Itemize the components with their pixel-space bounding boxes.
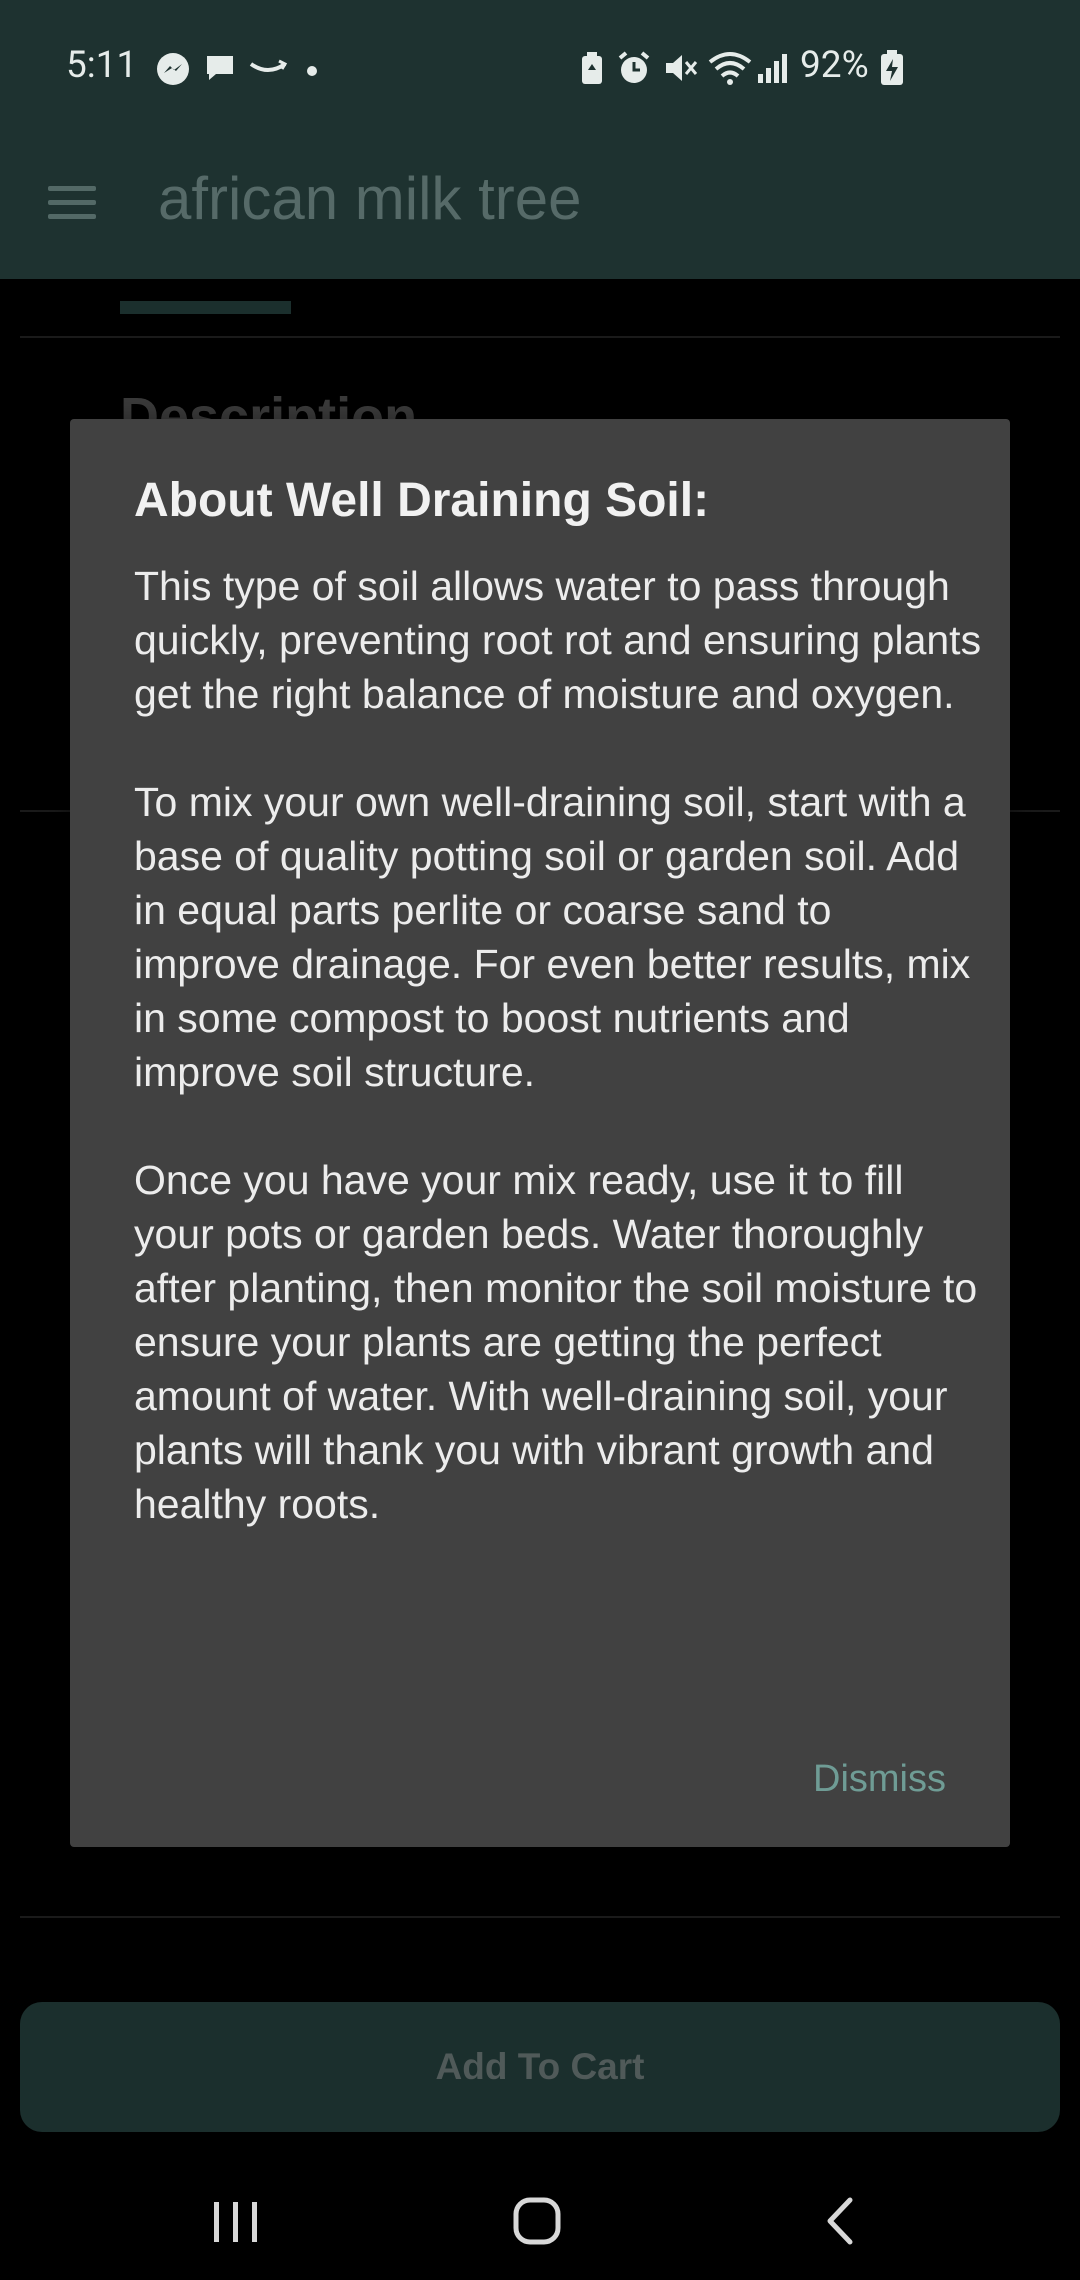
battery-percentage: 92% (800, 44, 869, 87)
dialog-paragraph: This type of soil allows water to pass t… (134, 563, 982, 717)
back-icon[interactable] (822, 2196, 856, 2250)
app-title: african milk tree (158, 165, 582, 232)
battery-charging-icon (880, 50, 904, 90)
divider (20, 1916, 1060, 1918)
dialog-title: About Well Draining Soil: (134, 474, 710, 527)
tab-indicator (120, 301, 291, 314)
mute-icon (662, 50, 698, 90)
chat-icon (204, 52, 236, 88)
app-bar: african milk tree (0, 134, 1080, 279)
add-to-cart-label: Add To Cart (435, 2046, 645, 2087)
divider (20, 336, 1060, 338)
navigation-bar (0, 2150, 1080, 2280)
dialog-paragraph: Once you have your mix ready, use it to … (134, 1157, 978, 1527)
messenger-icon (156, 52, 190, 90)
hamburger-menu-icon[interactable] (48, 178, 100, 230)
status-bar: 5:11 92% (0, 0, 1080, 134)
dot-icon (306, 62, 318, 81)
amazon-icon (248, 56, 288, 84)
recycle-icon (578, 50, 606, 90)
recent-apps-icon[interactable] (212, 2200, 260, 2248)
signal-icon (756, 52, 790, 88)
alarm-icon (616, 50, 652, 90)
status-time: 5:11 (66, 44, 138, 87)
home-icon[interactable] (512, 2196, 562, 2250)
dismiss-button[interactable]: Dismiss (813, 1758, 946, 1801)
wifi-icon (708, 50, 752, 90)
soil-info-dialog: About Well Draining Soil: This type of s… (70, 419, 1010, 1847)
add-to-cart-button[interactable]: Add To Cart (20, 2002, 1060, 2132)
dialog-body: This type of soil allows water to pass t… (134, 559, 984, 1585)
dialog-paragraph: To mix your own well-draining soil, star… (134, 779, 971, 1095)
